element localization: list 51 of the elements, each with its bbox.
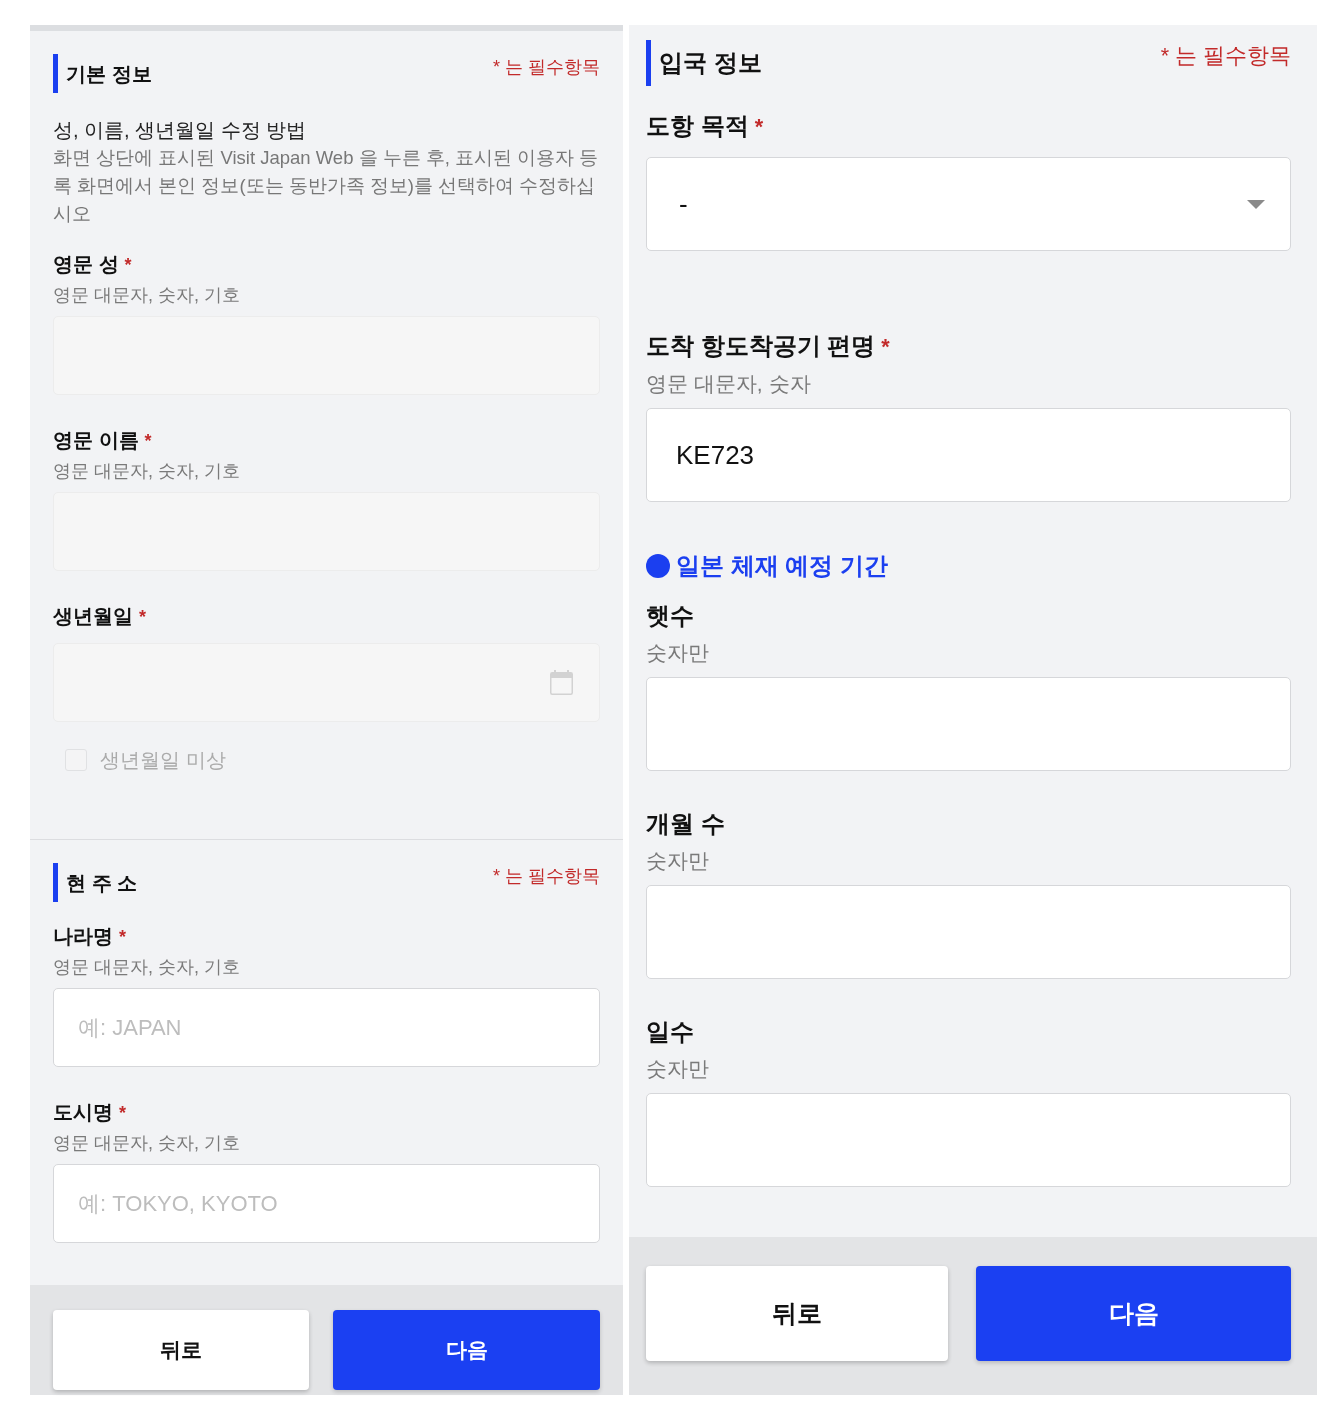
- text-field[interactable]: 예: TOKYO, KYOTO: [53, 1164, 600, 1243]
- field-label: 나라명: [53, 924, 113, 949]
- bullet-icon: [646, 554, 670, 578]
- field-label: 도항 목적: [646, 111, 749, 141]
- field-hint: 영문 대문자, 숫자, 기호: [53, 1132, 240, 1155]
- caret-icon: [1247, 199, 1265, 209]
- subsection-title: 일본 체재 예정 기간: [676, 551, 888, 581]
- field-hint: 숫자만: [646, 1056, 709, 1082]
- next-button[interactable]: 다음: [333, 1310, 600, 1390]
- field-hint: 영문 대문자, 숫자, 기호: [53, 284, 240, 307]
- back-button[interactable]: 뒤로: [53, 1310, 310, 1390]
- text-field[interactable]: [646, 885, 1291, 979]
- required-mark: *: [119, 1102, 126, 1125]
- checkbox-label: 생년월일 미상: [100, 748, 226, 773]
- required-note: * 는 필수항목: [493, 57, 600, 79]
- required-mark: *: [139, 606, 146, 629]
- required-note: * 는 필수항목: [493, 866, 600, 888]
- text-field[interactable]: [646, 1093, 1291, 1187]
- field-label: 햇수: [646, 601, 694, 631]
- required-mark: *: [881, 333, 890, 361]
- help-text: 화면 상단에 표시된 Visit Japan Web 을 누른 후, 표시된 이용자 등록 화면에서 본인 정보(또는 동반가족 정보)를 선택하여 수정하십시오: [53, 146, 600, 226]
- field-hint: 영문 대문자, 숫자: [646, 371, 811, 397]
- select-field[interactable]: -: [646, 157, 1291, 251]
- required-mark: *: [144, 430, 152, 453]
- next-button[interactable]: 다음: [976, 1266, 1291, 1361]
- required-note: * 는 필수항목: [1160, 44, 1291, 70]
- text-field[interactable]: [646, 677, 1291, 771]
- required-mark: *: [754, 113, 764, 141]
- text-field[interactable]: 예: JAPAN: [53, 988, 600, 1067]
- field-label: 도시명: [53, 1100, 113, 1125]
- field-label: 영문 이름: [53, 428, 139, 453]
- field-label: 도착 항도착공기 편명: [646, 331, 876, 361]
- section-title: 현 주 소: [66, 870, 138, 896]
- required-mark: *: [119, 926, 126, 949]
- field-label: 일수: [646, 1017, 694, 1047]
- field-hint: 영문 대문자, 숫자, 기호: [53, 460, 240, 483]
- accent-bar: [53, 863, 58, 902]
- section-title: 기본 정보: [66, 61, 152, 87]
- required-mark: *: [124, 254, 132, 277]
- field-label: 영문 성: [53, 252, 119, 277]
- field-hint: 영문 대문자, 숫자, 기호: [53, 956, 240, 979]
- field-label: 개월 수: [646, 809, 725, 839]
- field-hint: 숫자만: [646, 848, 709, 874]
- accent-bar: [646, 40, 651, 86]
- section-title: 입국 정보: [659, 48, 762, 79]
- back-button[interactable]: 뒤로: [646, 1266, 949, 1361]
- text-field[interactable]: KE723: [646, 408, 1291, 502]
- help-heading: 성, 이름, 생년월일 수정 방법: [53, 118, 308, 143]
- field-label: 생년월일: [53, 604, 133, 629]
- field-hint: 숫자만: [646, 640, 709, 666]
- accent-bar: [53, 54, 58, 93]
